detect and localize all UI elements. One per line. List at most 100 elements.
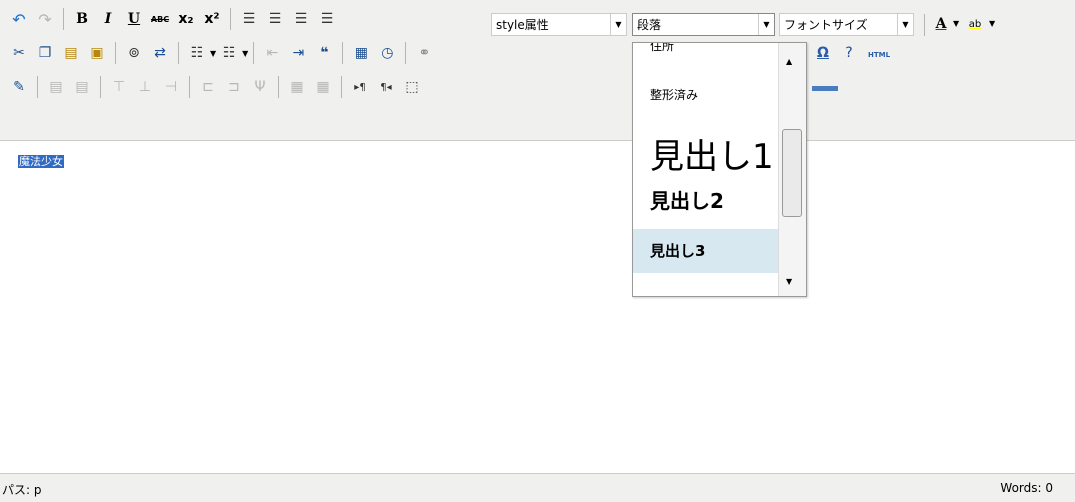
merge-cells-button[interactable]: ▦ [310,74,336,100]
format-select[interactable]: 段落 ▼ [632,13,775,36]
font-color-button[interactable]: A [928,11,954,37]
find-button[interactable]: ⊚ [121,40,147,66]
toolbar: ↶ ↷ B I U ABC x₂ x² ☰ ☰ ☰ ☰ style属性 ▼ 段落… [0,0,1075,141]
edit-button[interactable]: ✎ [6,74,32,100]
scrollbar-thumb[interactable] [782,129,802,217]
outdent-icon: ⇤ [266,45,279,61]
separator [37,76,38,98]
insert-col-before-button[interactable]: ⊏ [195,74,221,100]
style-select[interactable]: style属性 ▼ [491,13,627,36]
indent-icon: ⇥ [292,45,305,61]
separator [115,42,116,64]
insert-row-before-button[interactable]: ⊤ [106,74,132,100]
dropdown-item-partial[interactable]: 住所 [633,43,779,55]
col-after-icon: ⊐ [228,79,240,95]
bullet-list-button[interactable]: ☷ [184,40,210,66]
ltr-button[interactable]: ▸¶ [347,74,373,100]
indent-button[interactable]: ⇥ [285,40,311,66]
strikethrough-button[interactable]: ABC [147,6,173,32]
table-cell-icon: ▤ [75,79,89,95]
edit-icon: ✎ [13,79,25,95]
align-center-button[interactable]: ☰ [262,6,288,32]
italic-label: I [104,11,112,27]
chevron-down-icon[interactable]: ▼ [953,19,959,28]
html-button[interactable]: HTML [868,51,890,59]
scroll-down-icon[interactable]: ▼ [786,277,792,286]
delete-col-button[interactable]: Ψ [247,74,273,100]
chevron-down-icon: ▼ [758,14,774,35]
align-left-button[interactable]: ☰ [236,6,262,32]
clock-icon: ◷ [381,45,394,61]
help-button[interactable]: ? [836,40,862,66]
chevron-down-icon[interactable]: ▼ [989,19,995,28]
charmap-button[interactable]: Ω [810,40,836,66]
merge-cells-icon: ▦ [316,79,330,95]
binoculars-icon: ⊚ [128,45,140,61]
align-justify-button[interactable]: ☰ [314,6,340,32]
align-right-icon: ☰ [294,11,308,27]
table-cell-props-button[interactable]: ▤ [69,74,95,100]
dropdown-item-h1[interactable]: 見出し1 [633,129,779,177]
rich-text-editor: ↶ ↷ B I U ABC x₂ x² ☰ ☰ ☰ ☰ style属性 ▼ 段落… [0,0,1075,502]
insert-date-button[interactable]: ▦ [348,40,374,66]
separator [924,14,925,36]
dropdown-scrollbar[interactable]: ▲ ▼ [778,43,806,296]
dropdown-item-preformatted[interactable]: 整形済み [633,86,779,116]
underline-button[interactable]: U [121,6,147,32]
editor-content[interactable] [0,141,1075,472]
insert-time-button[interactable]: ◷ [374,40,400,66]
table-row-props-button[interactable]: ▤ [43,74,69,100]
superscript-button[interactable]: x² [199,6,225,32]
blockquote-button[interactable]: ❝ [311,40,337,66]
subscript-button[interactable]: x₂ [173,6,199,32]
copy-button[interactable]: ❐ [32,40,58,66]
chevron-down-icon: ▼ [610,14,626,35]
paste-icon: ▤ [64,45,78,61]
fontsize-select-value: フォントサイズ [784,18,868,32]
toolbar-row-3: ✎ ▤ ▤ ⊤ ⊥ ⊣ ⊏ ⊐ Ψ ▦ ▦ ▸¶ ¶◂ ⬚ [6,71,425,103]
path-label: パス: p [2,483,42,497]
delete-row-icon: ⊣ [164,79,178,95]
dropdown-item-h3[interactable]: 見出し3 [633,229,779,273]
paste-button[interactable]: ▤ [58,40,84,66]
link-button[interactable]: ⚭ [411,40,437,66]
bold-button[interactable]: B [69,6,95,32]
fontsize-select[interactable]: フォントサイズ ▼ [779,13,914,36]
split-cells-button[interactable]: ▦ [284,74,310,100]
format-select-value: 段落 [637,18,662,32]
ltr-icon: ▸¶ [354,81,366,93]
quote-icon: ❝ [320,45,329,61]
highlight-button[interactable]: ab [962,11,988,37]
delete-row-button[interactable]: ⊣ [158,74,184,100]
numbered-list-button[interactable]: ☷ [216,40,242,66]
cut-button[interactable]: ✂ [6,40,32,66]
visual-aid-button[interactable]: ⬚ [399,74,425,100]
dropdown-item-h2[interactable]: 見出し2 [633,185,779,221]
align-right-button[interactable]: ☰ [288,6,314,32]
scissors-icon: ✂ [13,45,25,61]
insert-col-after-button[interactable]: ⊐ [221,74,247,100]
help-icon: ? [845,45,853,61]
copy-icon: ❐ [38,45,52,61]
separator [100,76,101,98]
paste-text-button[interactable]: ▣ [84,40,110,66]
italic-button[interactable]: I [95,6,121,32]
replace-button[interactable]: ⇄ [147,40,173,66]
undo-button[interactable]: ↶ [6,6,32,32]
separator [342,42,344,64]
col-before-icon: ⊏ [202,79,214,95]
highlight-label: ab [968,18,982,30]
undo-icon: ↶ [12,9,26,29]
format-dropdown[interactable]: 住所 整形済み 見出し1 見出し2 見出し3 ▲ ▼ [632,42,807,297]
outdent-button[interactable]: ⇤ [259,40,285,66]
rtl-button[interactable]: ¶◂ [373,74,399,100]
hr-icon[interactable] [812,86,838,91]
scroll-up-icon[interactable]: ▲ [786,57,792,66]
underline-label: U [127,11,141,27]
insert-row-after-button[interactable]: ⊥ [132,74,158,100]
chevron-down-icon[interactable]: ▼ [242,49,248,58]
selected-text[interactable]: 魔法少女 [18,155,64,168]
bullet-list-icon: ☷ [190,45,204,61]
separator [230,8,231,30]
redo-button[interactable]: ↷ [32,6,58,32]
